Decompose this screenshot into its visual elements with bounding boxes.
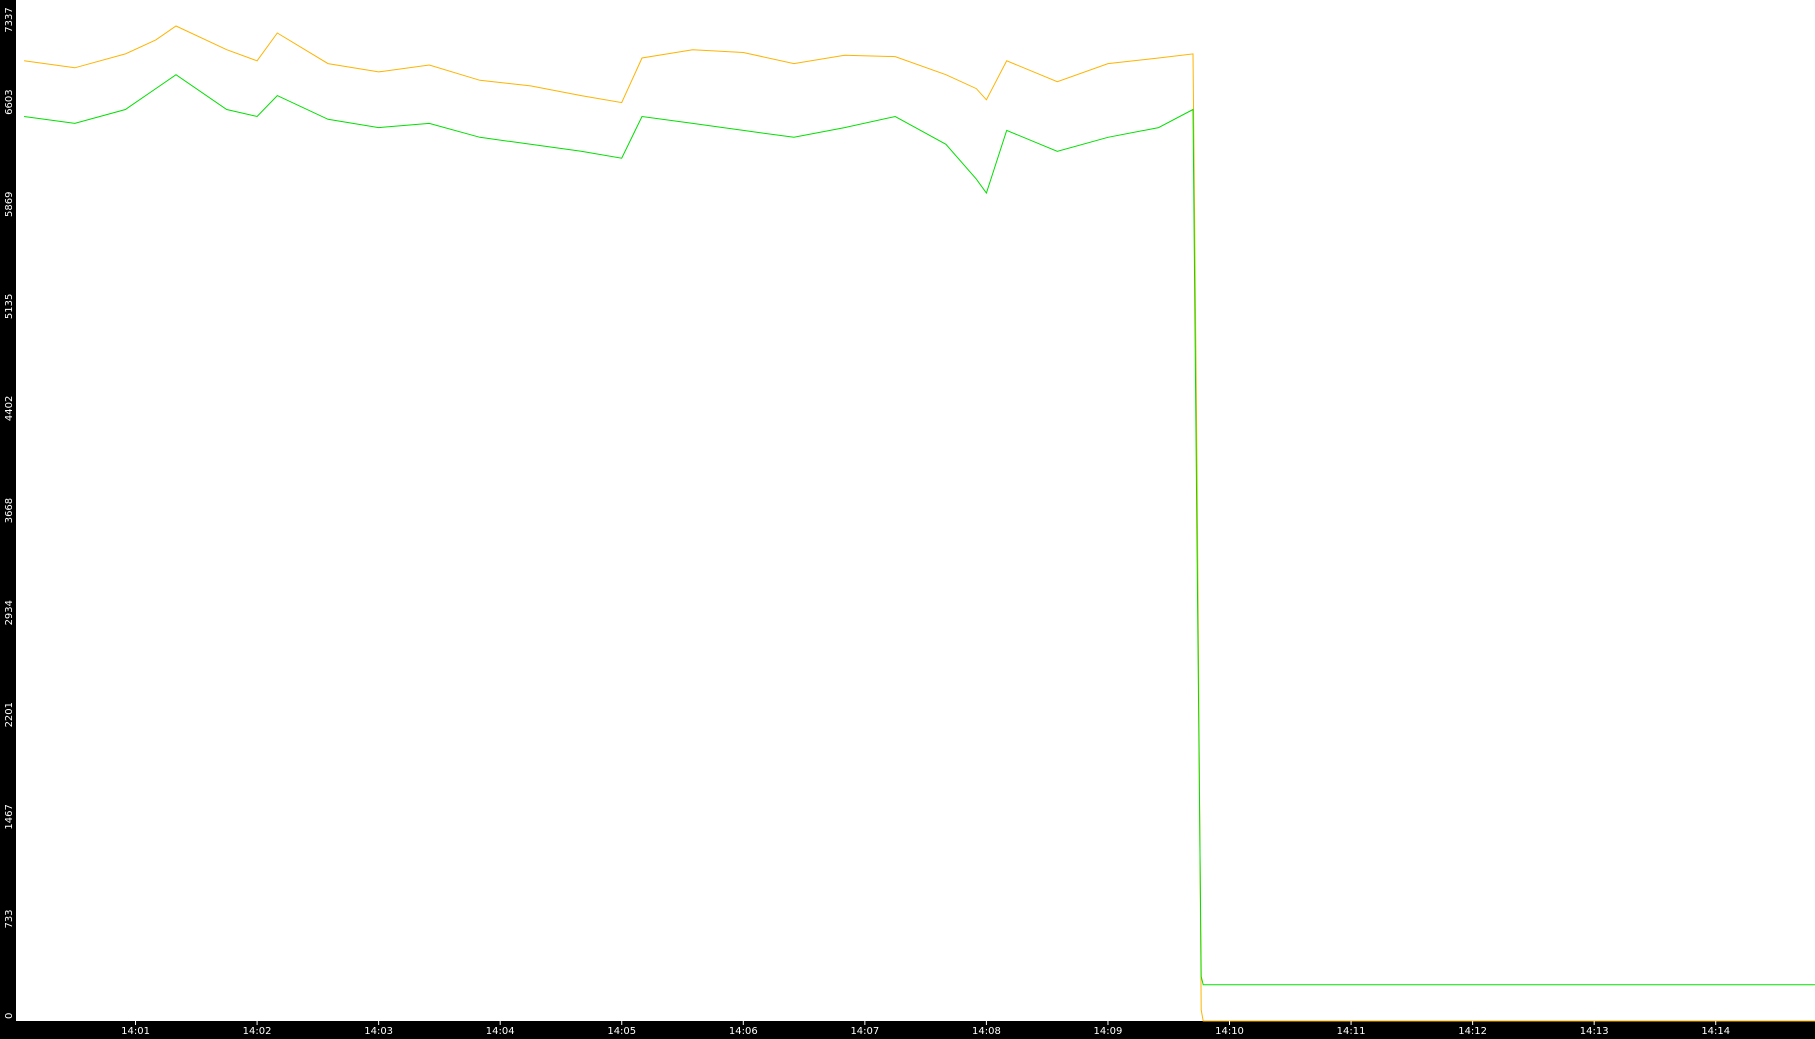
y-tick-label: 2201 — [4, 702, 15, 727]
x-tick-label: 14:06 — [729, 1026, 758, 1037]
x-tick-label: 14:01 — [121, 1026, 150, 1037]
y-tick-label: 7337 — [4, 7, 15, 32]
x-tick-label: 14:02 — [243, 1026, 272, 1037]
x-tick-label: 14:13 — [1580, 1026, 1609, 1037]
x-tick-label: 14:09 — [1094, 1026, 1123, 1037]
y-tick-label: 6603 — [4, 89, 15, 114]
x-tick-label: 14:03 — [364, 1026, 393, 1037]
y-tick-label: 0 — [4, 1013, 15, 1019]
y-tick-label: 3668 — [4, 498, 15, 523]
x-tick-label: 14:08 — [972, 1026, 1001, 1037]
x-tick-label: 14:11 — [1337, 1026, 1366, 1037]
x-tick-label: 14:04 — [486, 1026, 515, 1037]
x-tick-label: 14:07 — [850, 1026, 879, 1037]
x-tick-label: 14:12 — [1458, 1026, 1487, 1037]
y-tick-label: 733 — [4, 909, 15, 928]
y-tick-label: 5135 — [4, 294, 15, 319]
plot-area — [16, 0, 1815, 1021]
x-tick-label: 14:14 — [1701, 1026, 1730, 1037]
x-tick-label: 14:10 — [1215, 1026, 1244, 1037]
y-tick-label: 5869 — [4, 192, 15, 217]
y-tick-label: 4402 — [4, 396, 15, 421]
y-tick-label: 1467 — [4, 804, 15, 829]
y-tick-label: 2934 — [4, 600, 15, 625]
line-chart: 0 733 1467 2201 2934 3668 4402 5135 5869 6603 7337… — [0, 0, 1815, 1039]
chart-canvas: 0 733 1467 2201 2934 3668 4402 5135 5869 6603 7337… — [0, 0, 1815, 1039]
x-tick-label: 14:05 — [607, 1026, 636, 1037]
